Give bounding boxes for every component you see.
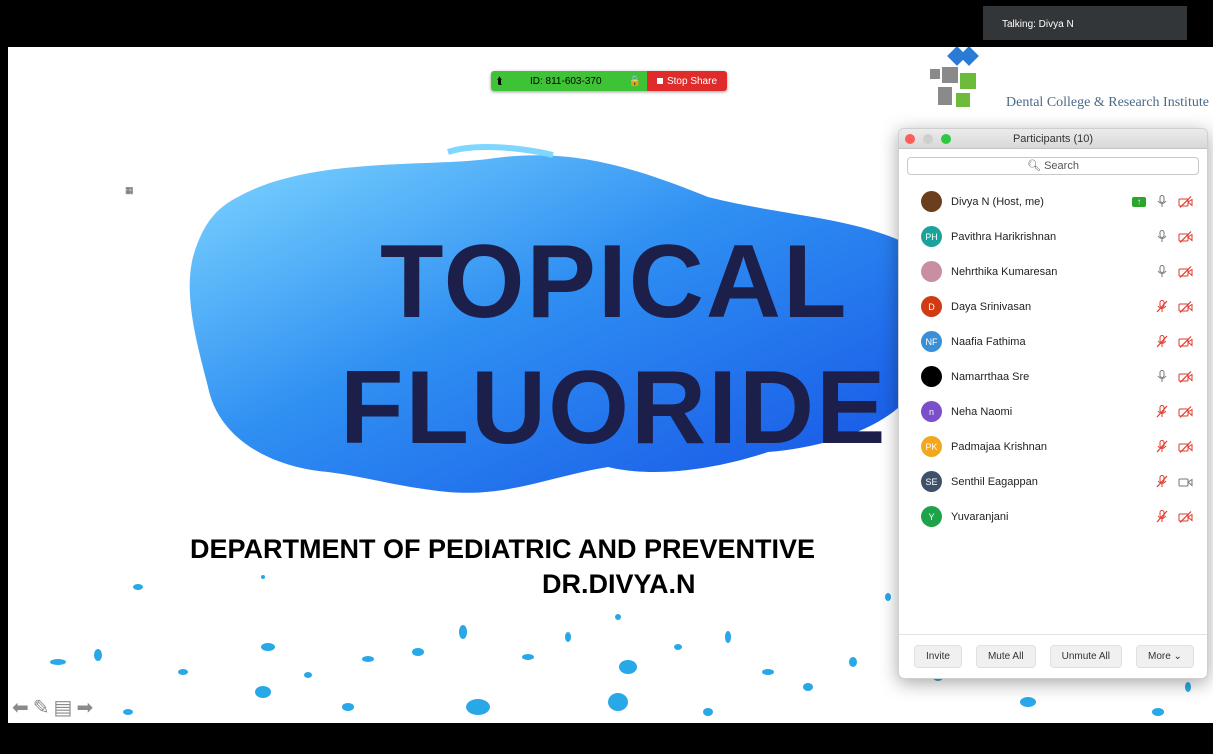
maximize-window-button[interactable] [941, 134, 951, 144]
avatar [921, 191, 942, 212]
pencil-icon[interactable]: ✎ [33, 698, 50, 718]
bottom-black-bar [0, 723, 1213, 754]
slide-small-icon: ▦ [125, 185, 134, 195]
notes-icon[interactable]: ▤ [54, 698, 73, 718]
participants-footer: Invite Mute All Unmute All More ⌄ [899, 634, 1207, 678]
microphone-icon[interactable] [1155, 265, 1168, 278]
microphone-muted-icon[interactable] [1155, 440, 1168, 453]
participants-list: Divya N (Host, me) ↑ PH Pavithra Harikrishn… [899, 184, 1207, 534]
meeting-id: ID: 811-603-370 [529, 75, 602, 87]
avatar: PK [921, 436, 942, 457]
participants-title-bar: Participants (10) [899, 129, 1207, 149]
participant-row[interactable]: SE Senthil Eagappan [899, 464, 1207, 499]
avatar: NF [921, 331, 942, 352]
microphone-icon[interactable] [1155, 370, 1168, 383]
stop-share-button[interactable]: Stop Share [647, 71, 727, 91]
microphone-muted-icon[interactable] [1155, 510, 1168, 523]
video-camera-off-icon[interactable] [1177, 230, 1193, 243]
microphone-muted-icon[interactable] [1155, 405, 1168, 418]
slide-title-line1: TOPICAL [380, 224, 849, 340]
screen-share-toolbar: ⮬ ID: 811-603-370 🔒 Stop Share [491, 71, 727, 91]
screen: ▦ TOPICAL FLUORIDE DEPARTMENT OF PEDIATR… [0, 0, 1213, 754]
avatar: n [921, 401, 942, 422]
video-camera-off-icon[interactable] [1177, 335, 1193, 348]
slide-presenter: DR.DIVYA.N [542, 569, 696, 599]
participant-row[interactable]: Divya N (Host, me) ↑ [899, 184, 1207, 219]
microphone-muted-icon[interactable] [1155, 335, 1168, 348]
participant-row[interactable]: Y Yuvaranjani [899, 499, 1207, 534]
participant-row[interactable]: Nehrthika Kumaresan [899, 254, 1207, 289]
avatar: PH [921, 226, 942, 247]
participant-name: Namarrthaa Sre [951, 370, 1030, 383]
more-button[interactable]: More ⌄ [1136, 645, 1194, 668]
participant-name: Nehrthika Kumaresan [951, 265, 1058, 278]
meeting-id-section[interactable]: ⮬ ID: 811-603-370 🔒 [491, 71, 647, 91]
college-logo-text: Dental College & Research Institute [1006, 95, 1209, 110]
microphone-muted-icon[interactable] [1155, 300, 1168, 313]
participant-name: Divya N (Host, me) [951, 195, 1044, 208]
slide-title-line2: FLUORIDE [340, 350, 888, 466]
stop-share-label: Stop Share [666, 75, 718, 87]
close-window-button[interactable] [905, 134, 915, 144]
video-camera-off-icon[interactable] [1177, 300, 1193, 313]
participant-row[interactable]: Namarrthaa Sre [899, 359, 1207, 394]
video-camera-off-icon[interactable] [1177, 405, 1193, 418]
video-camera-off-icon[interactable] [1177, 440, 1193, 453]
arrow-right-icon[interactable]: ➡ [76, 698, 93, 718]
video-camera-icon[interactable] [1177, 475, 1193, 488]
college-logo [930, 47, 979, 107]
screen-sharing-icon: ↑ [1132, 196, 1146, 207]
participants-panel: Participants (10) 🔍︎ Search Divya N (Hos… [898, 128, 1208, 679]
avatar: Y [921, 506, 942, 527]
participant-row[interactable]: n Neha Naomi [899, 394, 1207, 429]
video-camera-off-icon[interactable] [1177, 265, 1193, 278]
share-arrow-icon: ⮬ [497, 75, 503, 87]
avatar: SE [921, 471, 942, 492]
mute-all-button[interactable]: Mute All [975, 645, 1036, 668]
participant-name: Daya Srinivasan [951, 300, 1032, 313]
search-input[interactable]: 🔍︎ Search [907, 157, 1199, 175]
video-camera-off-icon[interactable] [1177, 370, 1193, 383]
avatar [921, 261, 942, 282]
avatar: D [921, 296, 942, 317]
search-placeholder: Search [1044, 160, 1079, 172]
participant-row[interactable]: PH Pavithra Harikrishnan [899, 219, 1207, 254]
video-camera-off-icon[interactable] [1177, 510, 1193, 523]
microphone-icon[interactable] [1155, 195, 1168, 208]
participant-row[interactable]: NF Naafia Fathima [899, 324, 1207, 359]
avatar [921, 366, 942, 387]
talking-indicator: Talking: Divya N [983, 6, 1187, 40]
participants-title: Participants (10) [1012, 133, 1094, 145]
participant-name: Pavithra Harikrishnan [951, 230, 1057, 243]
participant-row[interactable]: D Daya Srinivasan [899, 289, 1207, 324]
participant-name: Padmajaa Krishnan [951, 440, 1048, 453]
annotation-tools: ⬅ ✎ ▤ ➡ [12, 698, 93, 718]
participant-row[interactable]: PK Padmajaa Krishnan [899, 429, 1207, 464]
invite-button[interactable]: Invite [914, 645, 962, 668]
unmute-all-button[interactable]: Unmute All [1049, 645, 1122, 668]
participant-name: Naafia Fathima [951, 335, 1026, 348]
stop-icon [656, 78, 663, 84]
microphone-icon[interactable] [1155, 230, 1168, 243]
participant-name: Yuvaranjani [951, 510, 1009, 523]
video-camera-off-icon[interactable] [1177, 195, 1193, 208]
lock-icon: 🔒 [628, 75, 641, 87]
arrow-left-icon[interactable]: ⬅ [12, 698, 29, 718]
search-icon: 🔍︎ [1027, 160, 1042, 172]
minimize-window-button[interactable] [923, 134, 933, 144]
microphone-muted-icon[interactable] [1155, 475, 1168, 488]
participant-name: Senthil Eagappan [951, 475, 1038, 488]
slide-department: DEPARTMENT OF PEDIATRIC AND PREVENTIVE [190, 534, 816, 564]
participant-name: Neha Naomi [951, 405, 1013, 418]
